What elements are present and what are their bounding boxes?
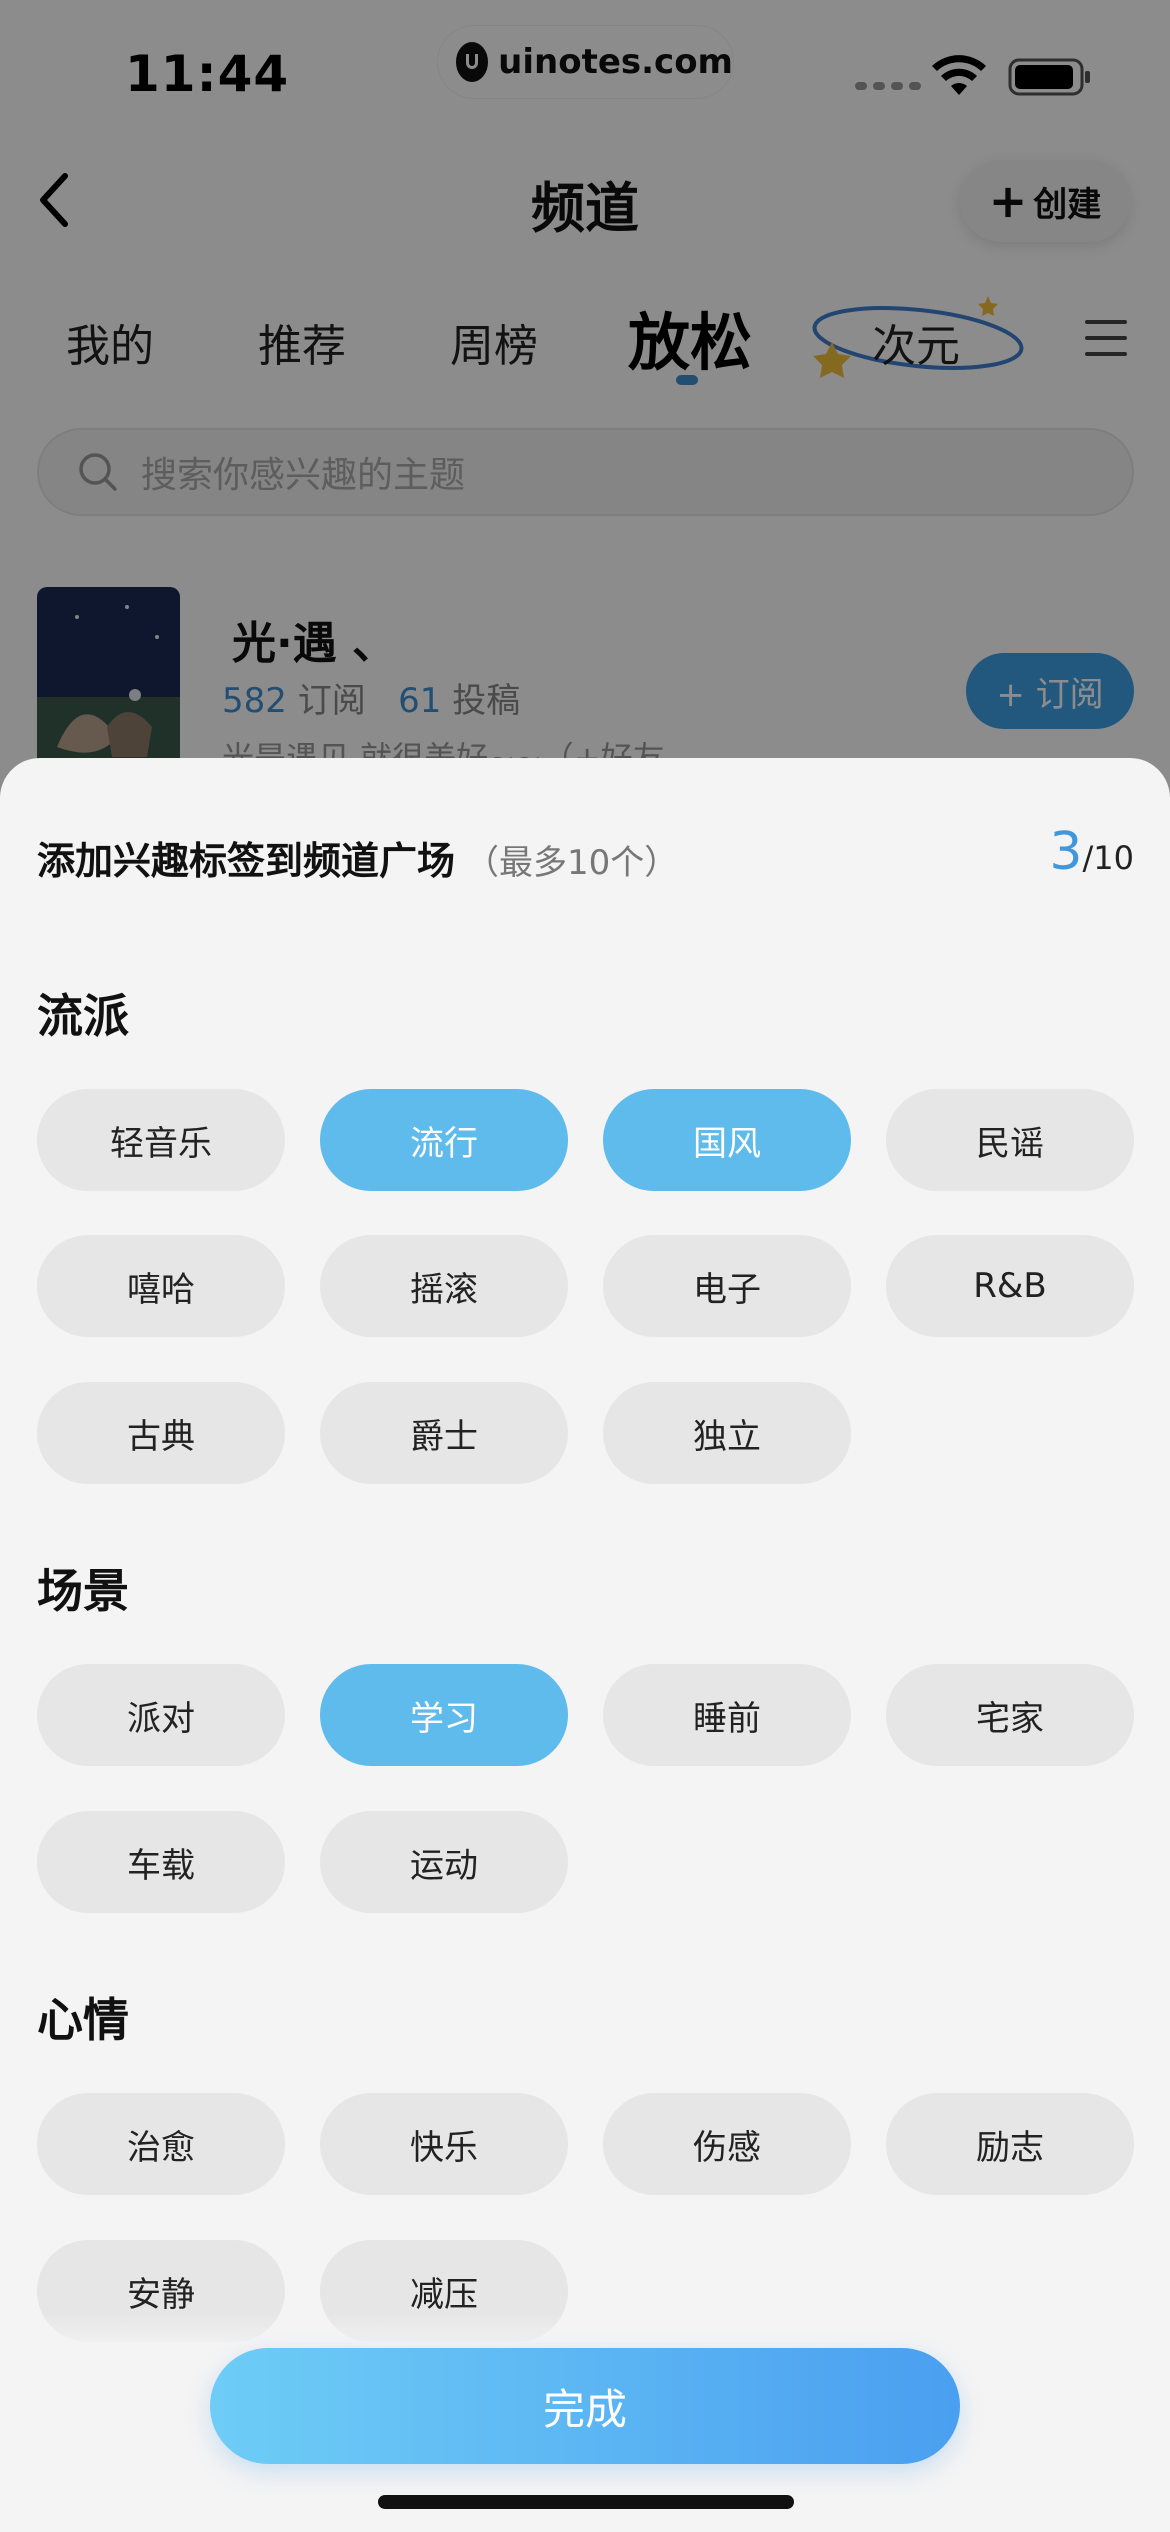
tag-chip[interactable]: 车载	[37, 1811, 285, 1913]
tag-chip[interactable]: 运动	[320, 1811, 568, 1913]
channel-page-background: 11:44 uinotes.com 频道 + 创建 我的 推荐 周榜 放松 次元…	[0, 0, 1170, 820]
tag-chip[interactable]: 轻音乐	[37, 1089, 285, 1191]
done-button[interactable]: 完成	[210, 2348, 960, 2464]
tag-chip[interactable]: 流行	[320, 1089, 568, 1191]
modal-backdrop[interactable]	[0, 0, 1170, 820]
tag-chip[interactable]: 治愈	[37, 2093, 285, 2195]
tag-chip[interactable]: 古典	[37, 1382, 285, 1484]
tag-chip[interactable]: 爵士	[320, 1382, 568, 1484]
sheet-title: 添加兴趣标签到频道广场 （最多10个）	[37, 830, 678, 885]
section-title-genre: 流派	[37, 989, 129, 1043]
home-indicator	[378, 2495, 794, 2509]
tag-chip[interactable]: 派对	[37, 1664, 285, 1766]
scroll-fade	[0, 2313, 1170, 2353]
tag-chip[interactable]: 国风	[603, 1089, 851, 1191]
sheet-header: 添加兴趣标签到频道广场 （最多10个） 3/10	[37, 822, 1134, 890]
tag-chip[interactable]: 民谣	[886, 1089, 1134, 1191]
interest-tags-sheet: 添加兴趣标签到频道广场 （最多10个） 3/10 流派 轻音乐 流行 国风 民谣 …	[0, 758, 1170, 2532]
section-title-scene: 场景	[37, 1564, 129, 1618]
sheet-title-text: 添加兴趣标签到频道广场	[37, 839, 456, 883]
sheet-hint: （最多10个）	[465, 843, 679, 883]
selection-counter: 3/10	[1049, 822, 1134, 882]
selected-count: 3	[1049, 822, 1083, 882]
tag-chip[interactable]: R&B	[886, 1235, 1134, 1337]
max-count: /10	[1082, 839, 1135, 877]
tag-chip[interactable]: 摇滚	[320, 1235, 568, 1337]
section-title-mood: 心情	[37, 1993, 129, 2047]
tag-chip[interactable]: 电子	[603, 1235, 851, 1337]
tag-chip[interactable]: 宅家	[886, 1664, 1134, 1766]
tag-chip[interactable]: 学习	[320, 1664, 568, 1766]
tag-chip[interactable]: 快乐	[320, 2093, 568, 2195]
tag-chip[interactable]: 嘻哈	[37, 1235, 285, 1337]
tag-chip[interactable]: 睡前	[603, 1664, 851, 1766]
tag-chip[interactable]: 励志	[886, 2093, 1134, 2195]
tag-chip[interactable]: 伤感	[603, 2093, 851, 2195]
tag-chip[interactable]: 独立	[603, 1382, 851, 1484]
